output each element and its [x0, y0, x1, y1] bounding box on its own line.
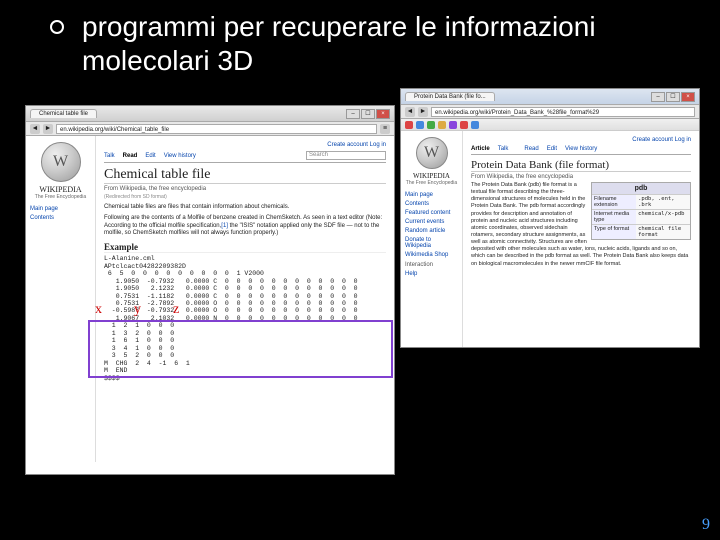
minimize-icon[interactable]: – [346, 109, 360, 119]
article-subtitle: From Wikipedia, the free encyclopedia [471, 174, 691, 180]
infobox-val: chemical/x-pdb [636, 210, 690, 224]
para-2: Following are the contents of a Molfile … [104, 215, 386, 238]
wikipedia-logo-text: WIKIPEDIA [405, 172, 458, 180]
account-links[interactable]: Create account Log in [104, 142, 386, 148]
tab-history[interactable]: View history [565, 146, 597, 152]
sidebar-link[interactable]: Featured content [405, 210, 458, 216]
slide-heading: programmi per recuperare le informazioni… [82, 10, 700, 77]
article-subtitle: From Wikipedia, the free encyclopedia [104, 186, 386, 192]
bookmark-icon[interactable] [405, 121, 413, 129]
sidebar-link-contents[interactable]: Contents [30, 215, 91, 221]
infobox-key: Internet media type [592, 210, 636, 224]
sidebar-link[interactable]: Random article [405, 228, 458, 234]
tab-history[interactable]: View history [164, 153, 196, 159]
tab-edit[interactable]: Edit [145, 153, 155, 159]
infobox-val: chemical file format [636, 225, 690, 239]
wikipedia-logo-sub: The Free Encyclopedia [30, 194, 91, 200]
wiki-sidebar: WIKIPEDIA The Free Encyclopedia Main pag… [26, 136, 96, 462]
infobox-title: pdb [592, 183, 690, 194]
sidebar-link[interactable]: Help [405, 271, 458, 277]
slide-bullet-row: programmi per recuperare le informazioni… [0, 0, 720, 77]
minimize-icon[interactable]: – [651, 92, 665, 102]
forward-icon[interactable]: ► [418, 107, 428, 117]
tab-talk[interactable]: Talk [104, 153, 115, 159]
article-content: Create account Log in Article Talk Read … [463, 131, 699, 347]
maximize-icon[interactable]: ☐ [361, 109, 375, 119]
tab-read[interactable]: Read [123, 153, 138, 159]
menu-icon[interactable]: ≡ [380, 124, 390, 134]
page-body: WIKIPEDIA The Free Encyclopedia Main pag… [26, 136, 394, 462]
wikipedia-globe-icon[interactable] [416, 137, 448, 169]
wiki-sidebar: WIKIPEDIA The Free Encyclopedia Main pag… [401, 131, 463, 347]
window-buttons: – ☐ × [651, 92, 695, 102]
bookmark-toolbar [401, 119, 699, 131]
sidebar-link-main[interactable]: Main page [30, 206, 91, 212]
sidebar-link[interactable]: Wikimedia Shop [405, 252, 458, 258]
bookmark-icon[interactable] [449, 121, 457, 129]
tab-article[interactable]: Article [471, 146, 490, 152]
page-body: WIKIPEDIA The Free Encyclopedia Main pag… [401, 131, 699, 347]
sidebar-link[interactable]: Contents [405, 201, 458, 207]
bookmark-icon[interactable] [427, 121, 435, 129]
bullet-icon [50, 20, 64, 34]
infobox-val: .pdb, .ent, .brk [636, 195, 690, 209]
infobox-row: Type of format chemical file format [592, 224, 690, 239]
label-z: z [173, 302, 179, 318]
xyz-annotation: x y z [95, 302, 179, 318]
bookmark-icon[interactable] [416, 121, 424, 129]
molfile-block: L-Alanine.cml APtclcact04282209382D 6 5 … [104, 255, 386, 382]
maximize-icon[interactable]: ☐ [666, 92, 680, 102]
slide-page-number: 9 [702, 516, 710, 534]
bookmark-icon[interactable] [471, 121, 479, 129]
address-bar: ◄ ► en.wikipedia.org/wiki/Protein_Data_B… [401, 105, 699, 119]
close-icon[interactable]: × [681, 92, 695, 102]
tab-talk[interactable]: Talk [498, 146, 509, 152]
wiki-tabs: Talk Read Edit View history Search [104, 151, 386, 163]
tab-edit[interactable]: Edit [547, 146, 557, 152]
sidebar-link[interactable]: Main page [405, 192, 458, 198]
sidebar-section: Interaction [405, 262, 458, 268]
sidebar-link[interactable]: Current events [405, 219, 458, 225]
infobox-key: Type of format [592, 225, 636, 239]
wikipedia-logo-sub: The Free Encyclopedia [405, 180, 458, 186]
address-bar: ◄ ► en.wikipedia.org/wiki/Chemical_table… [26, 122, 394, 136]
infobox-key: Filename extension [592, 195, 636, 209]
titlebar: Protein Data Bank (file fo... – ☐ × [401, 89, 699, 105]
redirect-note: (Redirected from SD format) [104, 194, 386, 200]
search-input[interactable]: Search [306, 151, 386, 160]
wikipedia-logo-text: WIKIPEDIA [30, 185, 91, 194]
wikipedia-globe-icon[interactable] [41, 142, 81, 182]
bookmark-icon[interactable] [460, 121, 468, 129]
article-title: Protein Data Bank (file format) [471, 159, 691, 172]
infobox: pdb Filename extension .pdb, .ent, .brk … [591, 182, 691, 240]
article-content: Create account Log in Talk Read Edit Vie… [96, 136, 394, 462]
infobox-row: Filename extension .pdb, .ent, .brk [592, 194, 690, 209]
browser-tab[interactable]: Chemical table file [30, 109, 97, 118]
account-links[interactable]: Create account Log in [471, 137, 691, 143]
close-icon[interactable]: × [376, 109, 390, 119]
window-buttons: – ☐ × [346, 109, 390, 119]
url-input[interactable]: en.wikipedia.org/wiki/Protein_Data_Bank_… [431, 107, 695, 117]
bookmark-icon[interactable] [438, 121, 446, 129]
infobox-row: Internet media type chemical/x-pdb [592, 209, 690, 224]
back-icon[interactable]: ◄ [30, 124, 40, 134]
tab-read[interactable]: Read [524, 146, 538, 152]
titlebar: Chemical table file – ☐ × [26, 106, 394, 122]
article-title: Chemical table file [104, 167, 386, 184]
label-x: x [95, 302, 102, 318]
browser-window-chemical-table: Chemical table file – ☐ × ◄ ► en.wikiped… [25, 105, 395, 475]
section-example: Example [104, 242, 386, 253]
browser-tab[interactable]: Protein Data Bank (file fo... [405, 92, 495, 101]
intro-paragraph: Chemical table files are files that cont… [104, 204, 386, 212]
forward-icon[interactable]: ► [43, 124, 53, 134]
url-input[interactable]: en.wikipedia.org/wiki/Chemical_table_fil… [56, 124, 377, 134]
ref-link[interactable]: [1] [221, 223, 228, 229]
label-y: y [134, 302, 141, 318]
wiki-tabs: Article Talk Read Edit View history [471, 146, 691, 155]
back-icon[interactable]: ◄ [405, 107, 415, 117]
browser-window-pdb: Protein Data Bank (file fo... – ☐ × ◄ ► … [400, 88, 700, 348]
sidebar-link[interactable]: Donate to Wikipedia [405, 237, 458, 249]
